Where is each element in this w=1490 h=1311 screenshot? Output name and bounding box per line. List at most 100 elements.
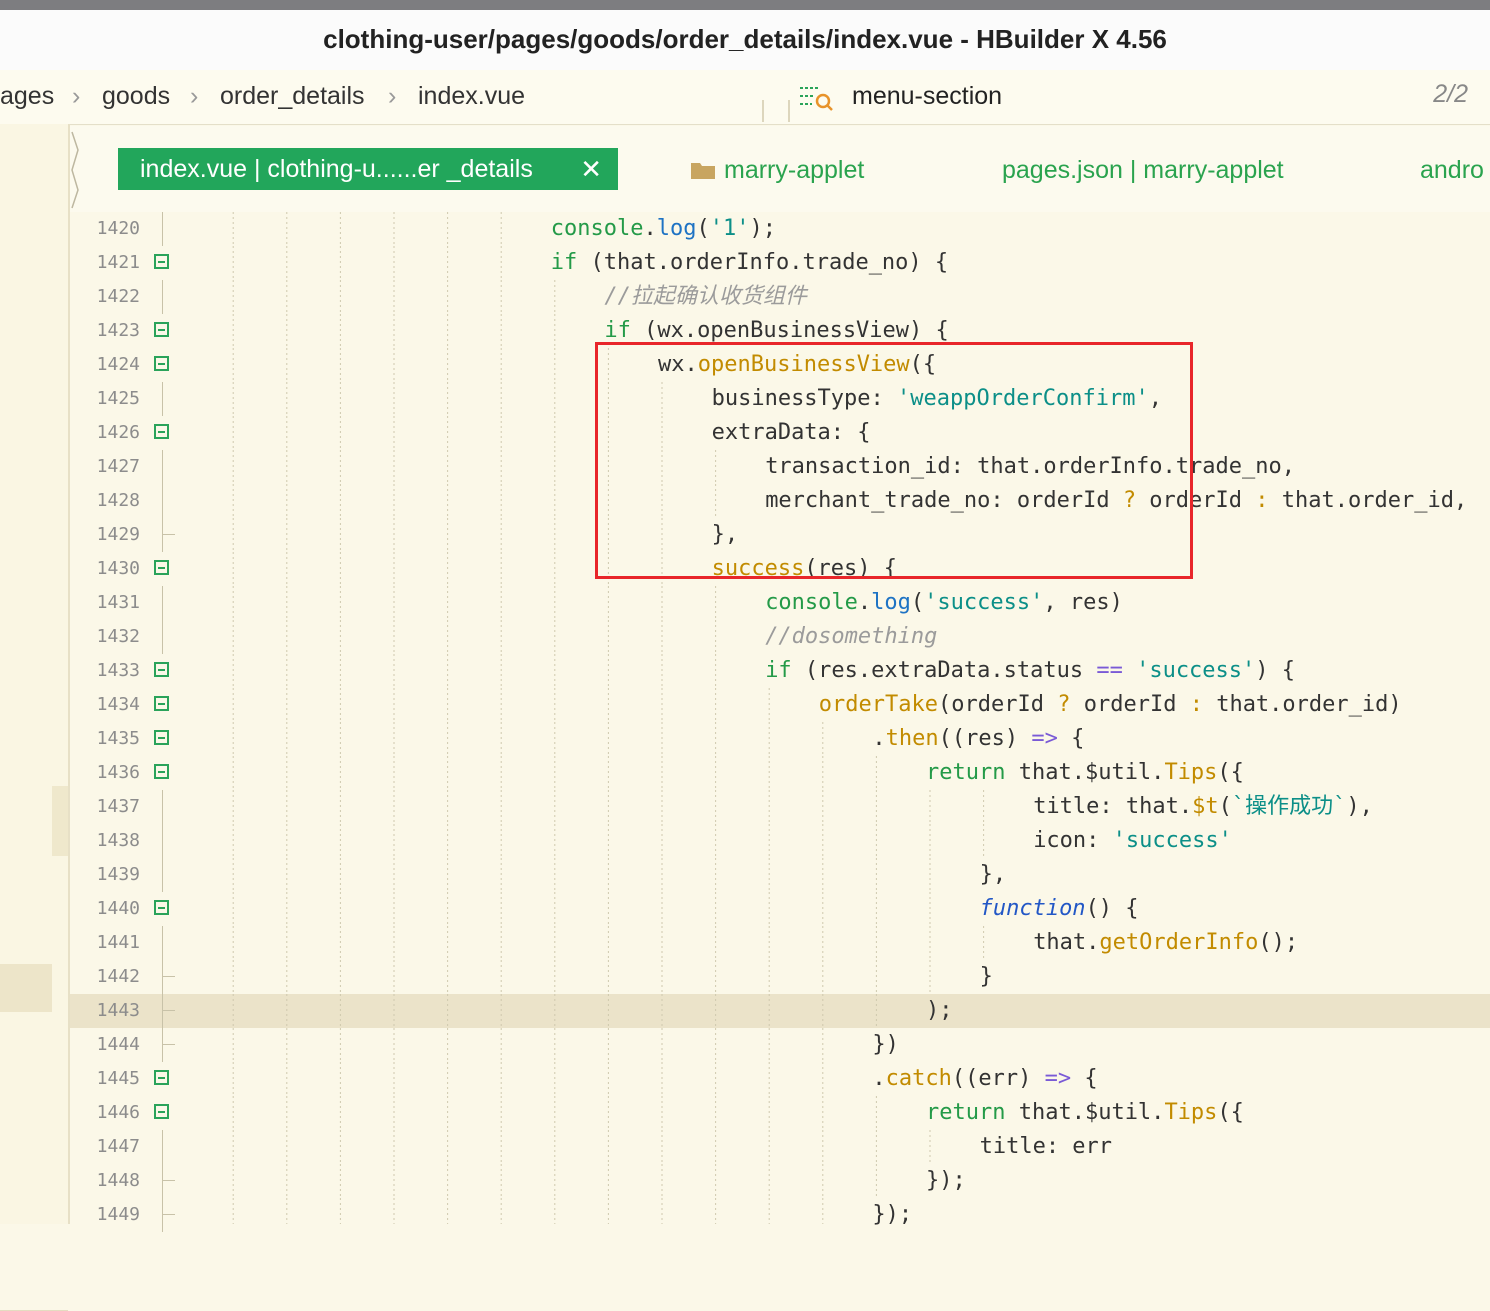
code-line[interactable]: 1432 //dosomething (70, 620, 1490, 654)
code-line[interactable]: 1439}, (70, 858, 1490, 892)
fold-guide (162, 1164, 163, 1198)
breadcrumb-item-index-vue[interactable]: index.vue (418, 82, 525, 111)
code-line[interactable]: 1421 if (that.orderInfo.trade_no) { (70, 246, 1490, 280)
code-text[interactable]: }, (980, 858, 1007, 892)
line-number: 1449 (96, 1204, 140, 1225)
code-text[interactable]: icon: 'success' (1033, 824, 1232, 858)
fold-guide (162, 382, 163, 416)
code-text[interactable]: title: err (980, 1130, 1112, 1164)
breadcrumb-item-pages[interactable]: ages (0, 82, 54, 111)
tab-scroll-left-icon[interactable] (70, 130, 82, 210)
fold-guide (162, 994, 163, 1028)
fold-end-marker (163, 1214, 175, 1215)
fold-toggle-icon[interactable] (154, 1104, 169, 1119)
line-number: 1433 (96, 660, 140, 681)
line-number: 1420 (96, 218, 140, 239)
code-line[interactable]: 1433 if (res.extraData.status == 'success… (70, 654, 1490, 688)
code-text[interactable]: if (res.extraData.status == 'success') { (765, 654, 1295, 688)
fold-toggle-icon[interactable] (154, 356, 169, 371)
code-line[interactable]: 1435 .then((res) => { (70, 722, 1490, 756)
close-icon[interactable]: ✕ (580, 148, 602, 190)
fold-toggle-icon[interactable] (154, 900, 169, 915)
code-text[interactable]: //dosomething (765, 620, 937, 654)
code-text[interactable]: //拉起确认收货组件 (604, 280, 807, 314)
breadcrumb-item-goods[interactable]: goods (102, 82, 170, 111)
fold-toggle-icon[interactable] (154, 696, 169, 711)
code-line[interactable]: 1440 function() { (70, 892, 1490, 926)
code-text[interactable]: return that.$util.Tips({ (926, 756, 1244, 790)
code-line[interactable]: 1443); (70, 994, 1490, 1028)
code-text[interactable]: that.getOrderInfo(); (1033, 926, 1298, 960)
tab-andro[interactable]: andro (1420, 150, 1484, 190)
line-number: 1428 (96, 490, 140, 511)
code-text[interactable]: }); (926, 1164, 966, 1198)
code-text[interactable]: return that.$util.Tips({ (926, 1096, 1244, 1130)
code-text[interactable]: .then((res) => { (872, 722, 1084, 756)
code-text[interactable]: title: that.$t(`操作成功`), (1033, 790, 1373, 824)
code-line[interactable]: 1436 return that.$util.Tips({ (70, 756, 1490, 790)
code-line[interactable]: 1437 title: that.$t(`操作成功`), (70, 790, 1490, 824)
code-line[interactable]: 1447 title: err (70, 1130, 1490, 1164)
code-text[interactable]: console.log('1'); (551, 212, 776, 246)
line-number: 1432 (96, 626, 140, 647)
fold-toggle-icon[interactable] (154, 322, 169, 337)
fold-guide (162, 518, 163, 552)
fold-end-marker (163, 1010, 175, 1011)
fold-guide (162, 824, 163, 858)
line-number: 1423 (96, 320, 140, 341)
line-number: 1430 (96, 558, 140, 579)
code-line[interactable]: 1446 return that.$util.Tips({ (70, 1096, 1490, 1130)
tab-index-vue[interactable]: index.vue | clothing-u......er _details … (118, 148, 618, 190)
tab-marry-applet[interactable]: marry-applet (724, 150, 864, 190)
code-line[interactable]: 1445 .catch((err) => { (70, 1062, 1490, 1096)
fold-toggle-icon[interactable] (154, 730, 169, 745)
code-line[interactable]: 1438 icon: 'success' (70, 824, 1490, 858)
code-text[interactable]: if (that.orderInfo.trade_no) { (551, 246, 948, 280)
code-text[interactable]: ); (926, 994, 953, 1028)
line-number: 1436 (96, 762, 140, 783)
breadcrumb-divider (788, 100, 790, 122)
line-number: 1427 (96, 456, 140, 477)
code-text[interactable]: orderTake(orderId ? orderId : that.order… (819, 688, 1402, 722)
breadcrumb-item-order-details[interactable]: order_details (220, 82, 365, 111)
window-title: clothing-user/pages/goods/order_details/… (0, 10, 1490, 70)
line-number: 1435 (96, 728, 140, 749)
fold-guide (162, 484, 163, 518)
outline-symbol-label[interactable]: menu-section (852, 82, 1002, 111)
code-line[interactable]: 1448}); (70, 1164, 1490, 1198)
line-number: 1426 (96, 422, 140, 443)
code-line[interactable]: 1442} (70, 960, 1490, 994)
breadcrumb-divider (762, 100, 764, 122)
code-text[interactable]: function() { (980, 892, 1139, 926)
code-line[interactable]: 1444}) (70, 1028, 1490, 1062)
code-line[interactable]: 1420 console.log('1'); (70, 212, 1490, 246)
code-line[interactable]: 1431 console.log('success', res) (70, 586, 1490, 620)
code-line[interactable]: 1422 //拉起确认收货组件 (70, 280, 1490, 314)
line-number: 1440 (96, 898, 140, 919)
fold-toggle-icon[interactable] (154, 254, 169, 269)
code-text[interactable]: } (980, 960, 993, 994)
tab-pages-json[interactable]: pages.json | marry-applet (1002, 150, 1284, 190)
fold-toggle-icon[interactable] (154, 1070, 169, 1085)
sidebar-selected-item[interactable] (0, 964, 52, 1012)
code-line[interactable]: 1441 that.getOrderInfo(); (70, 926, 1490, 960)
code-line[interactable]: 1449}); (70, 1198, 1490, 1232)
current-line-highlight (180, 994, 1490, 1028)
fold-toggle-icon[interactable] (154, 662, 169, 677)
outline-search-icon[interactable] (798, 84, 834, 112)
code-line[interactable]: 1434 orderTake(orderId ? orderId : that.o… (70, 688, 1490, 722)
fold-guide (162, 212, 163, 246)
code-text[interactable]: }) (872, 1028, 899, 1062)
project-sidebar[interactable] (0, 124, 70, 1311)
code-text[interactable]: .catch((err) => { (872, 1062, 1097, 1096)
line-number: 1447 (96, 1136, 140, 1157)
line-number: 1429 (96, 524, 140, 545)
fold-toggle-icon[interactable] (154, 764, 169, 779)
fold-end-marker (163, 534, 175, 535)
folder-icon (691, 163, 715, 179)
fold-toggle-icon[interactable] (154, 424, 169, 439)
fold-toggle-icon[interactable] (154, 560, 169, 575)
line-number: 1441 (96, 932, 140, 953)
code-text[interactable]: console.log('success', res) (765, 586, 1123, 620)
code-text[interactable]: }); (872, 1198, 912, 1232)
